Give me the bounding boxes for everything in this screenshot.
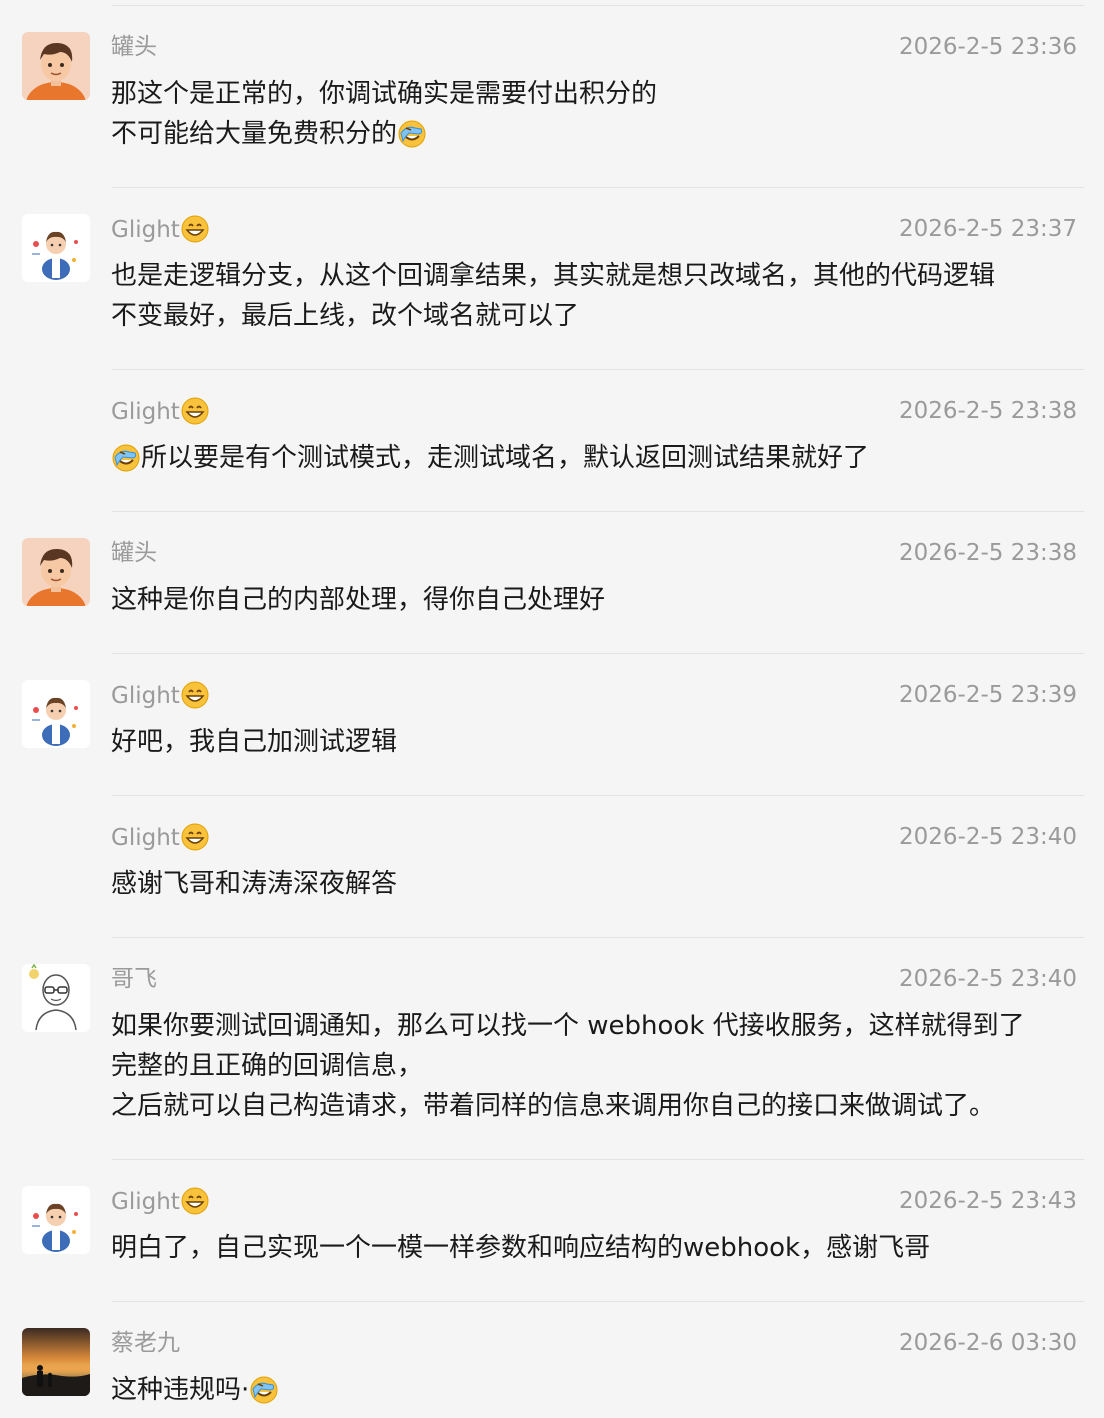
message-text: 也是走逻辑分支，从这个回调拿结果，其实就是想只改域名，其他的代码逻辑 [111, 261, 996, 291]
message-content: 所以要是有个测试模式，走测试域名，默认返回测试结果就好了 [111, 438, 1086, 478]
cartoon-kid-avatar[interactable] [22, 214, 90, 282]
message-text: 完整的且正确的回调信息， [111, 1051, 424, 1081]
timestamp: 2026-2-5 23:40 [899, 966, 1077, 992]
grin-emoji-icon [180, 396, 210, 426]
message-content: 也是走逻辑分支，从这个回调拿结果，其实就是想只改域名，其他的代码逻辑 不变最好，… [111, 256, 1086, 336]
top-divider [112, 5, 1084, 6]
sunset-silhouette-avatar[interactable] [22, 1328, 90, 1396]
facepalm-emoji-icon [249, 1375, 279, 1405]
message-text: 不变最好，最后上线，改个域名就可以了 [111, 301, 580, 331]
chat-message: Glight 2026-2-5 23:40 感谢飞哥和涛涛深夜解答 [0, 822, 1104, 938]
message-text: 明白了，自己实现一个一模一样参数和响应结构的webhook，感谢飞哥 [111, 1233, 931, 1263]
message-text: 如果你要测试回调通知，那么可以找一个 webhook 代接收服务，这样就得到了 [111, 1011, 1025, 1041]
cartoon-kid-avatar[interactable] [22, 1186, 90, 1254]
message-content: 好吧，我自己加测试逻辑 [111, 722, 1086, 762]
grin-emoji-icon [180, 214, 210, 244]
cartoon-boy-orange-avatar[interactable] [22, 32, 90, 100]
message-text: 好吧，我自己加测试逻辑 [111, 727, 398, 757]
cartoon-boy-orange-avatar[interactable] [22, 538, 90, 606]
sender-name[interactable]: Glight [111, 396, 210, 426]
timestamp: 2026-2-5 23:43 [899, 1188, 1077, 1214]
timestamp: 2026-2-5 23:38 [899, 398, 1077, 424]
sender-name[interactable]: 罐头 [111, 538, 157, 568]
timestamp: 2026-2-6 03:30 [899, 1330, 1077, 1356]
message-text: 不可能给大量免费积分的 [111, 119, 398, 149]
facepalm-emoji-icon [397, 119, 427, 149]
chat-message: 罐头 2026-2-5 23:38 这种是你自己的内部处理，得你自己处理好 [0, 538, 1104, 654]
chat-message: Glight 2026-2-5 23:37 也是走逻辑分支，从这个回调拿结果，其… [0, 214, 1104, 370]
sender-name[interactable]: 罐头 [111, 32, 157, 62]
message-text: 这种违规吗· [111, 1375, 250, 1405]
cartoon-kid-avatar[interactable] [22, 680, 90, 748]
sketch-man-glasses-avatar[interactable] [22, 964, 90, 1032]
grin-emoji-icon [180, 1186, 210, 1216]
timestamp: 2026-2-5 23:40 [899, 824, 1077, 850]
message-text: 之后就可以自己构造请求，带着同样的信息来调用你自己的接口来做调试了。 [111, 1091, 996, 1121]
message-text: 那这个是正常的，你调试确实是需要付出积分的 [111, 79, 658, 109]
sender-name[interactable]: Glight [111, 822, 210, 852]
chat-message: 罐头 2026-2-5 23:36 那这个是正常的，你调试确实是需要付出积分的 … [0, 32, 1104, 188]
sender-name[interactable]: 蔡老九 [111, 1328, 180, 1358]
message-divider [112, 653, 1084, 654]
facepalm-emoji-icon [111, 443, 141, 473]
message-content: 这种违规吗· [111, 1370, 1086, 1410]
timestamp: 2026-2-5 23:37 [899, 216, 1077, 242]
message-content: 明白了，自己实现一个一模一样参数和响应结构的webhook，感谢飞哥 [111, 1228, 1086, 1268]
sender-name[interactable]: Glight [111, 214, 210, 244]
message-text: 感谢飞哥和涛涛深夜解答 [111, 869, 398, 899]
sender-name[interactable]: Glight [111, 1186, 210, 1216]
message-content: 这种是你自己的内部处理，得你自己处理好 [111, 580, 1086, 620]
message-content: 感谢飞哥和涛涛深夜解答 [111, 864, 1086, 904]
message-divider [112, 187, 1084, 188]
message-divider [112, 1159, 1084, 1160]
message-divider [112, 511, 1084, 512]
grin-emoji-icon [180, 680, 210, 710]
message-content: 如果你要测试回调通知，那么可以找一个 webhook 代接收服务，这样就得到了 … [111, 1006, 1086, 1126]
sender-name[interactable]: 哥飞 [111, 964, 157, 994]
chat-message: Glight 2026-2-5 23:39 好吧，我自己加测试逻辑 [0, 680, 1104, 796]
timestamp: 2026-2-5 23:36 [899, 34, 1077, 60]
chat-message: Glight 2026-2-5 23:38 所以要是有个测试模式，走测试域名，默… [0, 396, 1104, 512]
message-text: 这种是你自己的内部处理，得你自己处理好 [111, 585, 606, 615]
message-divider [112, 937, 1084, 938]
message-divider [112, 1301, 1084, 1302]
timestamp: 2026-2-5 23:39 [899, 682, 1077, 708]
message-text: 所以要是有个测试模式，走测试域名，默认返回测试结果就好了 [141, 443, 870, 473]
chat-message: Glight 2026-2-5 23:43 明白了，自己实现一个一模一样参数和响… [0, 1186, 1104, 1302]
timestamp: 2026-2-5 23:38 [899, 540, 1077, 566]
sender-name[interactable]: Glight [111, 680, 210, 710]
message-divider [112, 369, 1084, 370]
chat-message: 哥飞 2026-2-5 23:40 如果你要测试回调通知，那么可以找一个 web… [0, 964, 1104, 1160]
chat-message: 蔡老九 2026-2-6 03:30 这种违规吗· [0, 1328, 1104, 1418]
grin-emoji-icon [180, 822, 210, 852]
message-divider [112, 795, 1084, 796]
message-content: 那这个是正常的，你调试确实是需要付出积分的 不可能给大量免费积分的 [111, 74, 1086, 154]
